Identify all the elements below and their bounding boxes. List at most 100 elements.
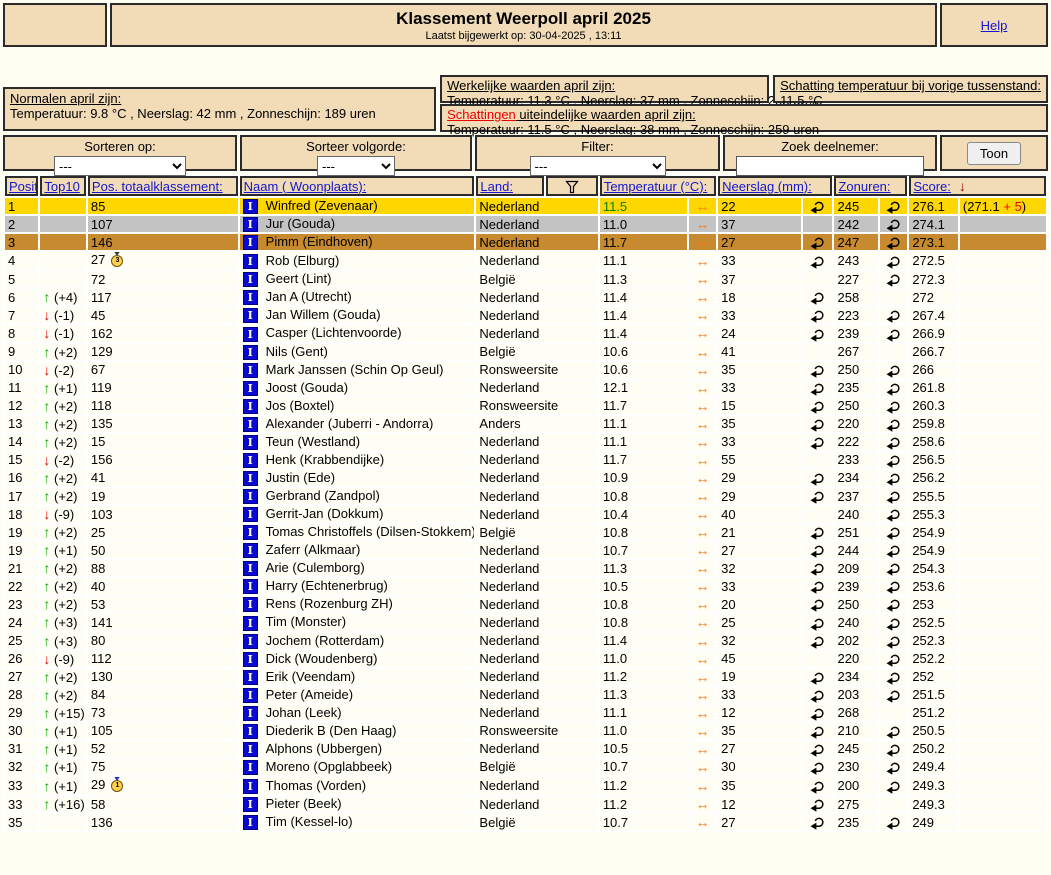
score-note-cell <box>959 796 1046 813</box>
participant-info-icon[interactable]: I <box>242 326 258 342</box>
header-temperatuur-link[interactable]: Temperatuur (°C): <box>604 179 707 194</box>
header-score-link[interactable]: Score: <box>913 179 951 194</box>
participant-info-icon[interactable]: I <box>242 380 258 396</box>
sort-descending-icon: ↓ <box>958 178 966 194</box>
header-positie-link[interactable]: Positie: <box>9 179 36 194</box>
temperature-cell: 10.8 <box>599 596 687 613</box>
sort-select[interactable]: --- <box>54 156 186 176</box>
participant-info-icon[interactable]: I <box>242 344 258 360</box>
name-cell: I Pimm (Eindhoven) <box>239 234 475 251</box>
participant-info-icon[interactable]: I <box>242 815 258 831</box>
left-right-arrow-icon: ↔ <box>695 596 710 613</box>
show-button[interactable]: Toon <box>966 141 1022 165</box>
score-note-cell <box>959 722 1046 739</box>
filter-select[interactable]: --- <box>529 156 666 176</box>
header-top10-link[interactable]: Top10 <box>44 179 79 194</box>
help-link[interactable]: Help <box>981 18 1008 33</box>
participant-info-icon[interactable]: I <box>242 561 258 577</box>
participant-info-icon[interactable]: I <box>242 669 258 685</box>
name-cell: I Gerbrand (Zandpol) <box>239 488 475 505</box>
revision-arrow-icon <box>810 416 826 432</box>
revision-arrow-icon <box>810 398 826 414</box>
total-position-cell: 84 <box>87 686 238 703</box>
participant-name: Moreno (Opglabbeek) <box>265 758 393 774</box>
down-arrow-icon: ↓ <box>43 325 51 342</box>
name-cell: I Tim (Monster) <box>239 614 475 631</box>
participant-info-icon[interactable]: I <box>242 217 258 233</box>
left-right-arrow-icon: ↔ <box>695 704 710 721</box>
participant-info-icon[interactable]: I <box>242 525 258 541</box>
participant-info-icon[interactable]: I <box>242 398 258 414</box>
header-pos-totaalklassement-link[interactable]: Pos. totaalklassement: <box>92 179 223 194</box>
participant-info-icon[interactable]: I <box>242 235 258 251</box>
participant-info-icon[interactable]: I <box>242 489 258 505</box>
funnel-icon[interactable] <box>564 178 580 193</box>
table-row: 19 ↑ (+1) 50 I Zaferr (Alkmaar) Nederland 10.7… <box>5 542 1046 559</box>
table-row: 35 136 I Tim (Kessel-lo) België 10.7 ↔ 27 235 249 <box>5 814 1046 831</box>
ranking-table: Positie: Top10 Pos. totaalklassement: Naam … <box>3 174 1048 833</box>
participant-info-icon[interactable]: I <box>242 760 258 775</box>
total-position-cell: 67 <box>87 361 238 378</box>
participant-info-icon[interactable]: I <box>242 543 258 559</box>
participant-info-icon[interactable]: I <box>242 452 258 468</box>
participant-info-icon[interactable]: I <box>242 797 258 813</box>
participant-info-icon[interactable]: I <box>242 471 258 486</box>
participant-info-icon[interactable]: I <box>242 308 258 324</box>
header-zonuren-link[interactable]: Zonuren: <box>838 179 890 194</box>
sun-revision-cell <box>879 668 908 685</box>
participant-info-icon[interactable]: I <box>242 741 258 757</box>
header-naam-woonplaats-link[interactable]: Naam ( Woonplaats): <box>244 179 367 194</box>
rain-revision-cell <box>803 198 833 215</box>
score-cell: 250.2 <box>909 740 958 757</box>
position-cell: 4 <box>5 252 39 270</box>
score-cell: 266.7 <box>909 343 958 360</box>
participant-info-icon[interactable]: I <box>242 615 258 631</box>
info-right-column: Werkelijke waarden april zijn: Temperatu… <box>440 75 1048 137</box>
participant-info-icon[interactable]: I <box>242 416 258 432</box>
name-cell: I Johan (Leek) <box>239 704 475 721</box>
total-position-cell: 105 <box>87 722 238 739</box>
participant-info-icon[interactable]: I <box>242 651 258 667</box>
participant-info-icon[interactable]: I <box>242 434 258 450</box>
revision-arrow-icon <box>886 778 902 794</box>
revision-arrow-icon <box>886 596 902 613</box>
movement-cell: ↓ (-9) <box>40 650 86 667</box>
participant-info-icon[interactable]: I <box>242 705 258 721</box>
participant-info-icon[interactable]: I <box>242 687 258 703</box>
top-bar-left-box <box>3 3 107 47</box>
left-right-arrow-icon: ↔ <box>695 796 710 813</box>
participant-info-icon[interactable]: I <box>242 199 258 215</box>
header-neerslag-link[interactable]: Neerslag (mm): <box>722 179 812 194</box>
left-right-arrow-icon: ↔ <box>695 433 710 450</box>
revision-arrow-icon <box>886 253 902 269</box>
total-position-cell: 80 <box>87 632 238 649</box>
name-cell: I Erik (Veendam) <box>239 668 475 685</box>
total-position-cell: 103 <box>87 506 238 523</box>
temperature-cell: 10.5 <box>599 740 687 757</box>
revision-arrow-icon <box>886 741 902 757</box>
land-cell: Nederland <box>476 216 598 233</box>
temperature-cell: 10.9 <box>599 469 687 486</box>
name-cell: I Pieter (Beek) <box>239 796 475 813</box>
participant-info-icon[interactable]: I <box>242 778 258 794</box>
participant-info-icon[interactable]: I <box>242 362 258 378</box>
rain-revision-cell <box>803 289 833 306</box>
search-input[interactable] <box>736 156 924 176</box>
total-position-cell: 29 1 <box>87 777 238 795</box>
revision-arrow-icon <box>810 488 826 504</box>
participant-info-icon[interactable]: I <box>242 597 258 613</box>
header-land-link[interactable]: Land: <box>480 179 513 194</box>
participant-info-icon[interactable]: I <box>242 507 258 523</box>
movement-cell: ↓ (-2) <box>40 451 86 468</box>
participant-info-icon[interactable]: I <box>242 579 258 595</box>
participant-info-icon[interactable]: I <box>242 290 258 306</box>
down-arrow-icon: ↓ <box>43 307 51 324</box>
movement-cell: ↓ (-2) <box>40 361 86 378</box>
participant-info-icon[interactable]: I <box>242 633 258 649</box>
score-note-cell <box>959 415 1046 432</box>
participant-info-icon[interactable]: I <box>242 253 258 269</box>
sort-order-select[interactable]: --- <box>317 156 395 176</box>
participant-info-icon[interactable]: I <box>242 723 258 739</box>
participant-info-icon[interactable]: I <box>242 272 258 288</box>
table-row: 7 ↓ (-1) 45 I Jan Willem (Gouda) Nederland 11.… <box>5 307 1046 324</box>
